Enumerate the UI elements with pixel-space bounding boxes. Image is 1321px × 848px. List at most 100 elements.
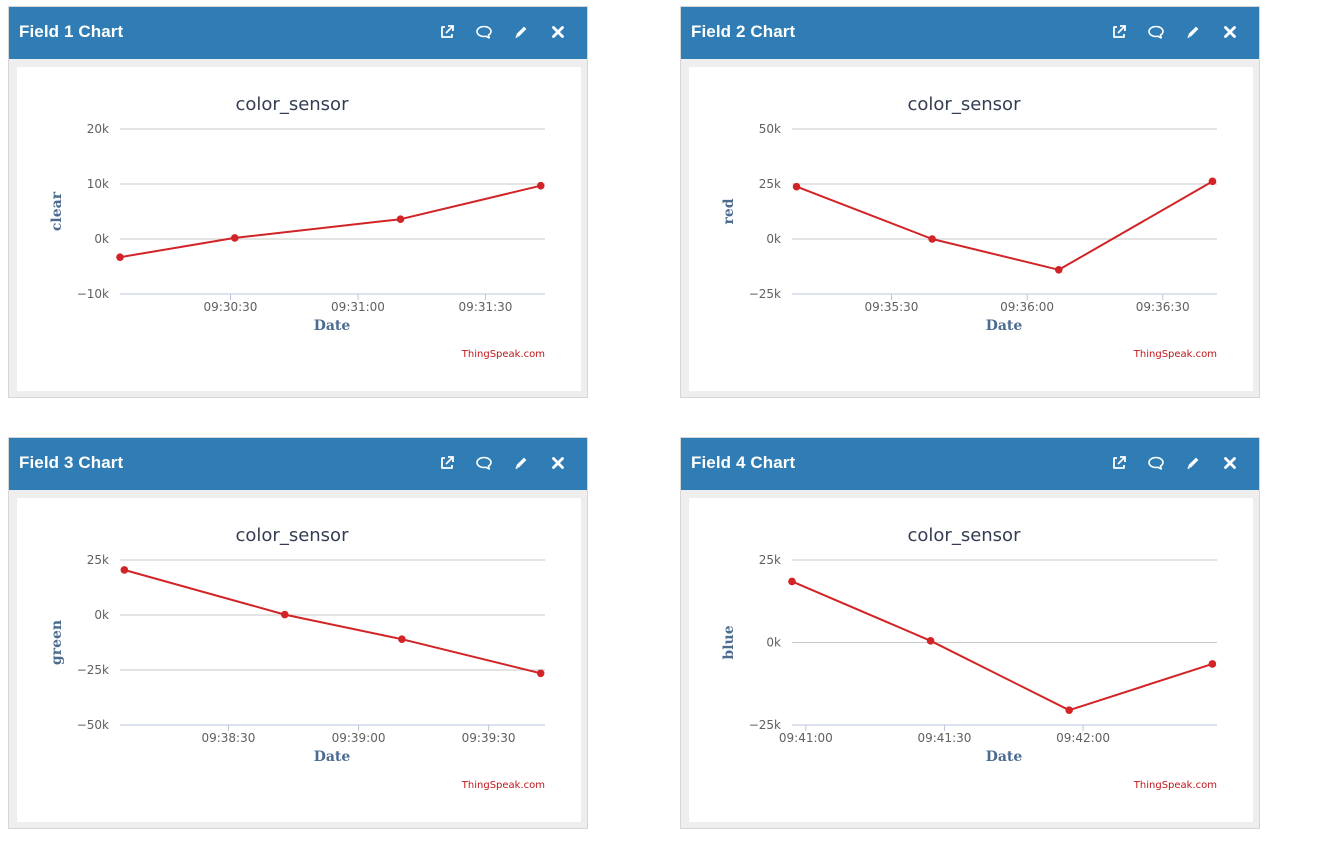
credit-link[interactable]: ThingSpeak.com <box>1133 349 1217 360</box>
field-2-chart-panel: Field 2 Chart color_sensor 50k 25k 0k −25k 09… <box>680 6 1260 398</box>
comment-icon <box>475 455 493 471</box>
credit-link[interactable]: ThingSpeak.com <box>461 349 545 360</box>
open-in-new-window-button[interactable] <box>1108 452 1130 474</box>
data-point[interactable] <box>536 181 545 190</box>
panel-header: Field 1 Chart <box>9 7 587 59</box>
comment-button[interactable] <box>473 21 495 43</box>
credit-link[interactable]: ThingSpeak.com <box>461 780 545 791</box>
field-4-chart-panel: Field 4 Chart color_sensor 25k 0k −25k 09:41… <box>680 437 1260 829</box>
close-button[interactable] <box>1219 21 1241 43</box>
y-tick-label: −25k <box>749 287 781 301</box>
y-axis-title: clear <box>49 191 65 231</box>
y-axis-title: blue <box>721 625 737 659</box>
open-in-new-window-button[interactable] <box>1108 21 1130 43</box>
line-chart: color_sensor 50k 25k 0k −25k 09:35:30 09:36:00… <box>721 94 1217 360</box>
y-tick-label: −10k <box>77 287 109 301</box>
y-tick-label: −50k <box>77 718 109 732</box>
panel-actions <box>1093 452 1241 474</box>
y-tick-label: 10k <box>87 177 109 191</box>
x-tick-label: 09:39:30 <box>462 731 516 745</box>
comment-button[interactable] <box>1145 21 1167 43</box>
open-in-new-window-button[interactable] <box>436 452 458 474</box>
data-point[interactable] <box>116 253 124 261</box>
pencil-icon <box>513 455 529 471</box>
x-axis-title: Date <box>314 318 351 334</box>
field-3-chart-panel: Field 3 Chart color_sensor 25k 0k −25k −50k 0… <box>8 437 588 829</box>
panel-header: Field 4 Chart <box>681 438 1259 490</box>
x-tick-label: 09:41:00 <box>779 731 833 745</box>
line-chart: color_sensor 20k 10k 0k −10k 09:30:30 09:31:00… <box>49 94 545 360</box>
data-point[interactable] <box>788 577 796 586</box>
x-tick-label: 09:36:00 <box>1000 300 1054 314</box>
y-tick-label: 20k <box>87 122 109 136</box>
data-point[interactable] <box>928 235 936 243</box>
external-link-icon <box>1111 24 1127 40</box>
data-point[interactable] <box>1208 177 1217 186</box>
edit-button[interactable] <box>510 452 532 474</box>
close-icon <box>551 25 565 39</box>
y-tick-label: 25k <box>759 553 781 567</box>
y-tick-label: 0k <box>94 232 109 246</box>
x-tick-label: 09:30:30 <box>204 300 258 314</box>
x-tick-label: 09:31:00 <box>331 300 385 314</box>
data-point[interactable] <box>792 182 801 191</box>
data-point[interactable] <box>230 234 239 242</box>
panel-title: Field 4 Chart <box>691 453 796 472</box>
x-axis-title: Date <box>986 318 1023 334</box>
chart-area: color_sensor 25k 0k −25k −50k 09:38:30 09:39:0… <box>17 498 581 822</box>
external-link-icon <box>439 455 455 471</box>
y-tick-label: 0k <box>94 608 109 622</box>
chart-title: color_sensor <box>236 94 350 115</box>
data-point[interactable] <box>1065 706 1073 714</box>
y-tick-label: −25k <box>749 718 781 732</box>
data-point[interactable] <box>1208 660 1217 668</box>
close-icon <box>1223 456 1237 470</box>
edit-button[interactable] <box>510 21 532 43</box>
field-1-chart-panel: Field 1 Chart color_sensor 20k 10k 0k −10k 09… <box>8 6 588 398</box>
comment-icon <box>1147 24 1165 40</box>
data-point[interactable] <box>926 637 935 645</box>
x-axis-title: Date <box>314 749 351 765</box>
chart-area: color_sensor 20k 10k 0k −10k 09:30:30 09:31:00… <box>17 67 581 391</box>
open-in-new-window-button[interactable] <box>436 21 458 43</box>
chart-area: color_sensor 25k 0k −25k 09:41:00 09:41:30 09:… <box>689 498 1253 822</box>
data-point[interactable] <box>536 669 545 678</box>
pencil-icon <box>1185 455 1201 471</box>
chart-title: color_sensor <box>908 94 1022 115</box>
x-tick-label: 09:31:30 <box>459 300 513 314</box>
data-point[interactable] <box>120 566 129 574</box>
x-tick-label: 09:35:30 <box>865 300 919 314</box>
y-tick-label: 25k <box>759 177 781 191</box>
close-button[interactable] <box>547 21 569 43</box>
panel-actions <box>421 21 569 43</box>
series-line <box>791 580 1214 712</box>
y-tick-label: 50k <box>759 122 781 136</box>
y-tick-label: 0k <box>766 232 781 246</box>
comment-icon <box>1147 455 1165 471</box>
x-tick-label: 09:39:00 <box>332 731 386 745</box>
line-chart: color_sensor 25k 0k −25k −50k 09:38:30 09:39:0… <box>49 525 545 791</box>
data-point[interactable] <box>1054 266 1063 274</box>
data-point[interactable] <box>396 215 405 223</box>
y-tick-label: −25k <box>77 663 109 677</box>
credit-link[interactable]: ThingSpeak.com <box>1133 780 1217 791</box>
data-point[interactable] <box>280 610 289 619</box>
chart-area: color_sensor 50k 25k 0k −25k 09:35:30 09:36:00… <box>689 67 1253 391</box>
pencil-icon <box>1185 24 1201 40</box>
comment-button[interactable] <box>1145 452 1167 474</box>
edit-button[interactable] <box>1182 452 1204 474</box>
x-tick-label: 09:42:00 <box>1056 731 1110 745</box>
line-chart: color_sensor 25k 0k −25k09:41:00 09:41:30 09:… <box>721 525 1217 791</box>
x-tick-label: 09:38:30 <box>201 731 255 745</box>
chart-title: color_sensor <box>236 525 350 546</box>
close-button[interactable] <box>1219 452 1241 474</box>
data-point[interactable] <box>398 635 406 643</box>
y-axis-title: green <box>49 620 65 665</box>
edit-button[interactable] <box>1182 21 1204 43</box>
pencil-icon <box>513 24 529 40</box>
x-tick-label: 09:41:30 <box>917 731 971 745</box>
comment-button[interactable] <box>473 452 495 474</box>
close-button[interactable] <box>547 452 569 474</box>
panel-header: Field 3 Chart <box>9 438 587 490</box>
series-line <box>123 568 542 675</box>
